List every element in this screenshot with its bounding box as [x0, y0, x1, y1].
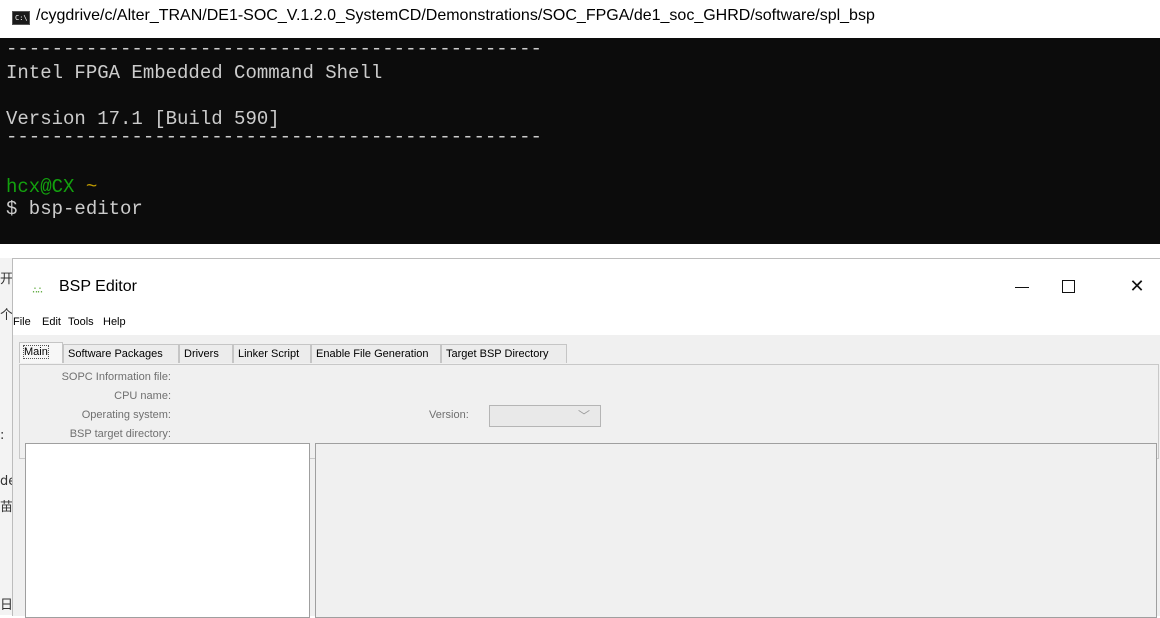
- terminal-output[interactable]: ----------------------------------------…: [0, 38, 1160, 244]
- background-window-glyph: :: [0, 428, 5, 443]
- operating-system-label: Operating system:: [81, 409, 171, 421]
- minimize-button[interactable]: [1001, 271, 1045, 303]
- cpu-name-label: CPU name:: [114, 390, 171, 402]
- minimize-icon: [1015, 287, 1029, 288]
- bsp-editor-window: ∴∴ BSP Editor ✕ File Edit Tools Help Mai…: [12, 258, 1160, 618]
- terminal-command: $ bsp-editor: [6, 198, 143, 220]
- tab-software-packages[interactable]: Software Packages: [63, 344, 179, 363]
- menu-help[interactable]: Help: [103, 316, 126, 328]
- maximize-icon: [1062, 280, 1075, 293]
- menu-file[interactable]: File: [13, 316, 31, 328]
- version-label: Version:: [429, 409, 469, 421]
- version-select[interactable]: ﹀: [489, 405, 601, 427]
- tab-enable-file-generation[interactable]: Enable File Generation: [311, 344, 441, 363]
- close-button[interactable]: ✕: [1115, 271, 1159, 303]
- terminal-prompt-user: hcx@CX: [6, 176, 75, 198]
- bsp-editor-icon: ∴∴: [32, 285, 43, 296]
- cmd-icon[interactable]: C:\: [12, 11, 30, 25]
- tab-linker-script[interactable]: Linker Script: [233, 344, 311, 363]
- bsp-editor-titlebar[interactable]: ∴∴ BSP Editor ✕: [13, 259, 1160, 309]
- cmd-icon-text: C:\: [15, 14, 28, 22]
- tab-main-label: Main: [23, 345, 49, 359]
- background-window-edge: 开 个 : de 苗 日: [0, 258, 16, 615]
- terminal-divider-top: ----------------------------------------…: [6, 38, 542, 60]
- bsp-editor-title: BSP Editor: [59, 278, 137, 295]
- terminal-prompt-dir: ~: [85, 176, 98, 198]
- chevron-down-icon: ﹀: [577, 409, 590, 423]
- tab-drivers[interactable]: Drivers: [179, 344, 233, 363]
- detail-pane[interactable]: [315, 443, 1157, 618]
- console-title: /cygdrive/c/Alter_TRAN/DE1-SOC_V.1.2.0_S…: [36, 7, 875, 24]
- sopc-info-label: SOPC Information file:: [61, 371, 171, 383]
- menu-tools[interactable]: Tools: [68, 316, 94, 328]
- tree-pane[interactable]: [25, 443, 310, 618]
- tab-target-bsp-directory[interactable]: Target BSP Directory: [441, 344, 567, 363]
- menu-edit[interactable]: Edit: [42, 316, 61, 328]
- terminal-divider-bottom: ----------------------------------------…: [6, 126, 542, 148]
- bsp-target-directory-label: BSP target directory:: [69, 428, 171, 440]
- close-icon: ✕: [1129, 276, 1145, 297]
- terminal-prompt-line: hcx@CX ~: [6, 176, 97, 198]
- terminal-shell-name: Intel FPGA Embedded Command Shell: [6, 62, 383, 84]
- tab-main[interactable]: Main: [19, 342, 63, 363]
- menu-bar: File Edit Tools Help: [13, 309, 1160, 335]
- maximize-button[interactable]: [1047, 271, 1091, 303]
- console-titlebar: C:\ /cygdrive/c/Alter_TRAN/DE1-SOC_V.1.2…: [0, 0, 1160, 38]
